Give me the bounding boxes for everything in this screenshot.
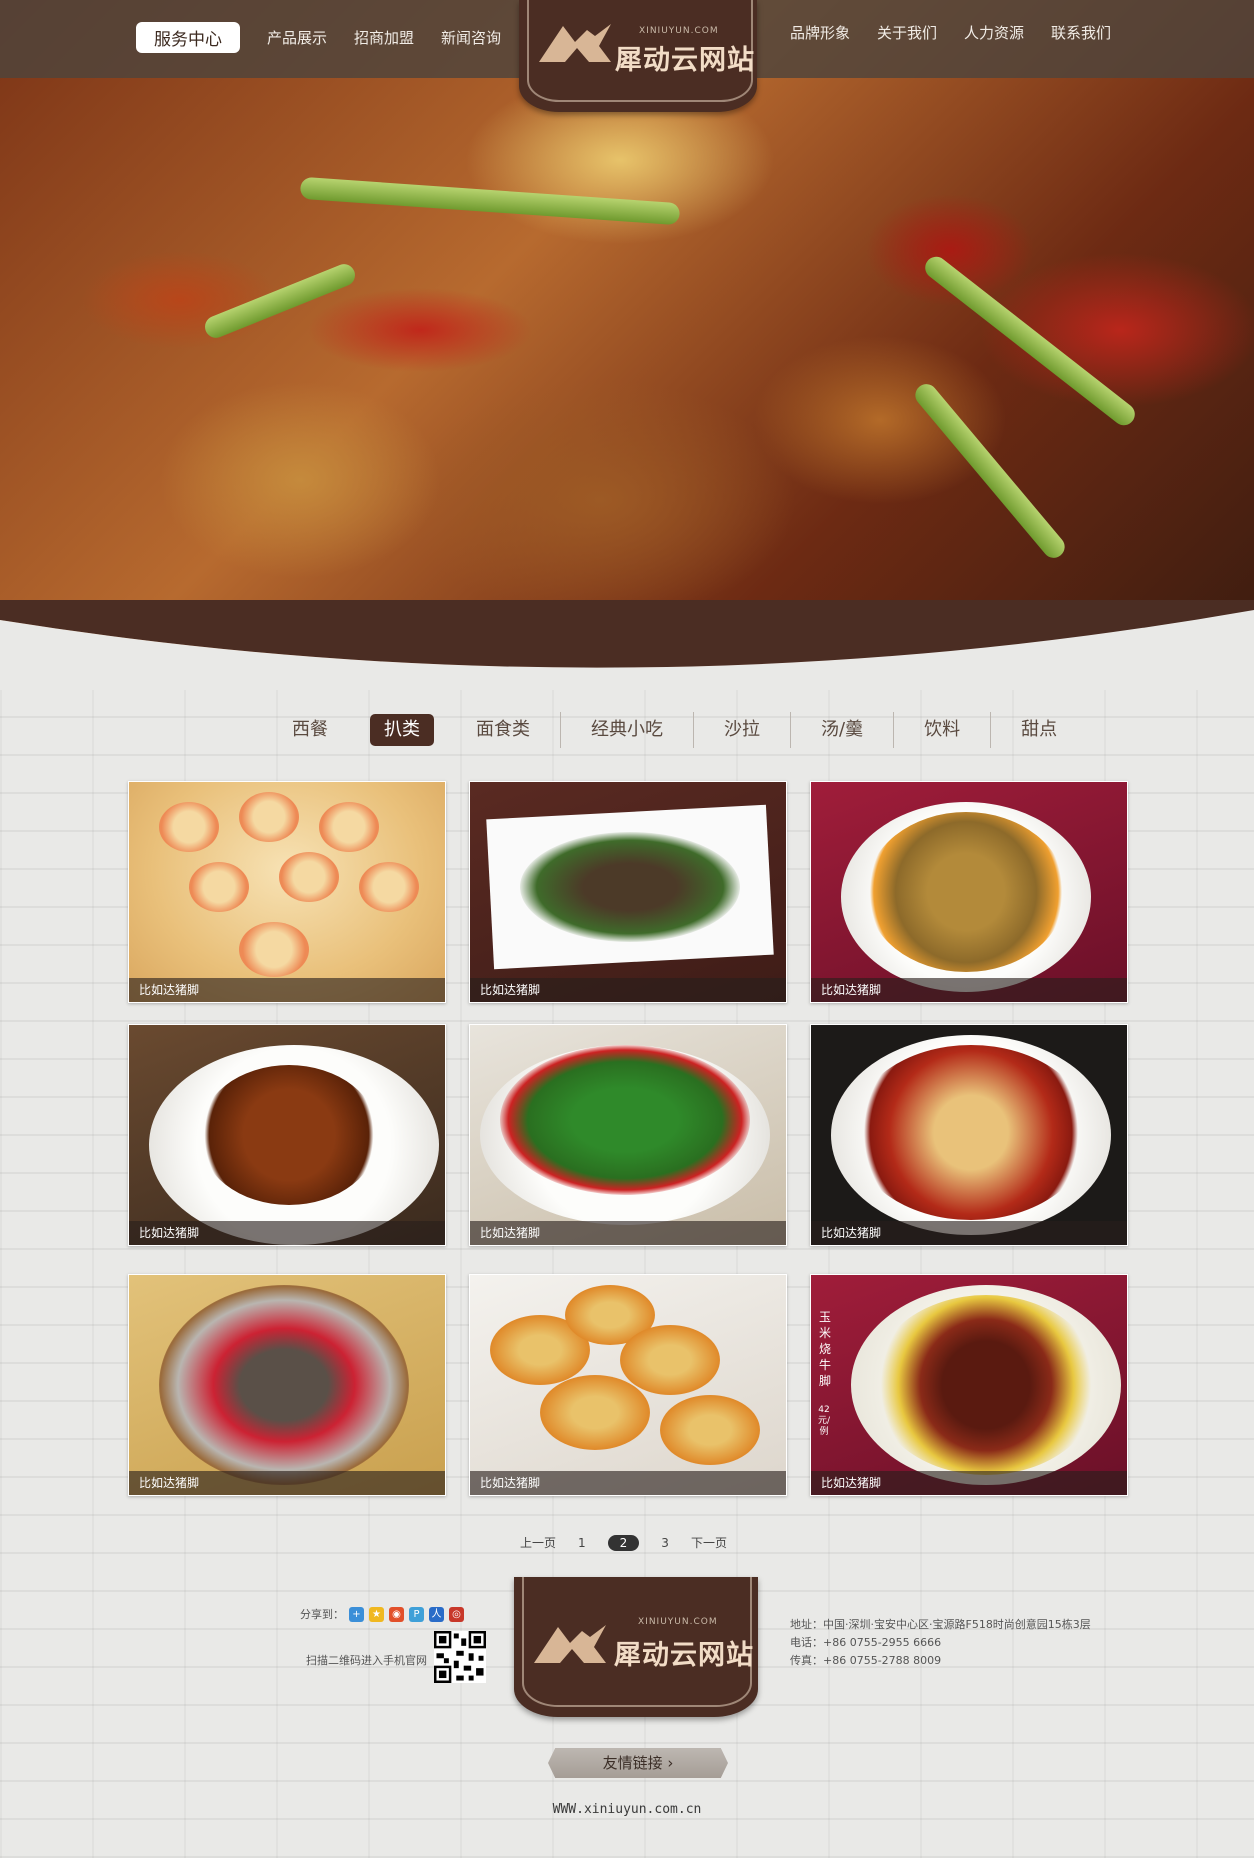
nav-item-news[interactable]: 新闻咨询 (441, 27, 501, 48)
share-plus-icon[interactable]: + (349, 1606, 364, 1622)
hero-scallion (299, 176, 681, 226)
nav-item-franchise[interactable]: 招商加盟 (354, 27, 414, 48)
nav-item-brand[interactable]: 品牌形象 (790, 22, 850, 43)
share-bar: 分享到： + ★ ◉ P 人 ◎ (300, 1606, 464, 1622)
page-link-3[interactable]: 3 (661, 1536, 669, 1550)
product-caption: 比如达猪脚 (470, 978, 786, 1002)
share-weibo-icon[interactable]: ◉ (389, 1606, 404, 1622)
nav-item-products[interactable]: 产品展示 (267, 27, 327, 48)
tab-snacks[interactable]: 经典小吃 (560, 712, 693, 748)
rhino-logo-icon (534, 1625, 606, 1663)
product-card[interactable]: 比如达猪脚 (810, 1024, 1128, 1246)
hero-scallion (910, 379, 1070, 563)
contact-fax: 传真：+86 0755-2788 8009 (790, 1654, 942, 1667)
qr-code-image (434, 1631, 486, 1683)
product-card[interactable]: 比如达猪脚 (469, 781, 787, 1003)
page-link-1[interactable]: 1 (578, 1536, 586, 1550)
product-card[interactable]: 比如达猪脚 (128, 1274, 446, 1496)
hero-bottom-curve (0, 600, 1254, 690)
product-caption: 比如达猪脚 (811, 1221, 1127, 1245)
tab-drinks[interactable]: 饮料 (893, 712, 990, 748)
logo-domain-text: XINIUYUN.COM (638, 1617, 718, 1627)
contact-phone: 电话：+86 0755-2955 6666 (790, 1636, 942, 1649)
dish-price-label: 42元/例 (817, 1405, 831, 1437)
product-card[interactable]: 玉米烧牛脚 42元/例 比如达猪脚 (810, 1274, 1128, 1496)
product-card[interactable]: 比如达猪脚 (469, 1274, 787, 1496)
share-label: 分享到： (300, 1608, 344, 1621)
share-renren-icon[interactable]: 人 (429, 1606, 444, 1622)
tab-soup[interactable]: 汤/羹 (790, 712, 893, 748)
contact-info: 地址：中国·深圳·宝安中心区·宝源路F518时尚创意园15栋3层 电话：+86 … (790, 1616, 1091, 1670)
nav-item-about[interactable]: 关于我们 (877, 22, 937, 43)
product-card[interactable]: 比如达猪脚 (469, 1024, 787, 1246)
hero-scallion (201, 260, 359, 342)
header-logo[interactable]: XINIUYUN.COM 犀动云网站 (519, 0, 757, 112)
share-tencent-icon[interactable]: P (409, 1606, 424, 1622)
contact-address: 地址：中国·深圳·宝安中心区·宝源路F518时尚创意园15栋3层 (790, 1618, 1091, 1631)
tab-noodles[interactable]: 面食类 (446, 712, 560, 748)
product-grid: 比如达猪脚 比如达猪脚 比如达猪脚 比如达猪脚 比如达猪脚 比如达猪脚 比如达猪… (128, 781, 1128, 1496)
logo-domain-text: XINIUYUN.COM (639, 26, 719, 36)
product-card[interactable]: 比如达猪脚 (810, 781, 1128, 1003)
share-kaixin-icon[interactable]: ◎ (449, 1606, 464, 1622)
next-page-link[interactable]: 下一页 (691, 1534, 727, 1551)
nav-left-group: 服务中心 产品展示 招商加盟 新闻咨询 (136, 22, 528, 53)
tab-western[interactable]: 西餐 (280, 712, 358, 748)
hero-scallion (920, 252, 1140, 430)
nav-right-group: 品牌形象 关于我们 人力资源 联系我们 (790, 22, 1138, 43)
product-card[interactable]: 比如达猪脚 (128, 1024, 446, 1246)
rhino-logo-icon (539, 24, 611, 62)
website-url: WWW.xiniuyun.com.cn (552, 1802, 702, 1817)
logo-brand-text: 犀动云网站 (614, 1640, 754, 1671)
qr-code-label: 扫描二维码进入手机官网 (306, 1654, 427, 1667)
share-qzone-icon[interactable]: ★ (369, 1606, 384, 1622)
product-card[interactable]: 比如达猪脚 (128, 781, 446, 1003)
tab-desserts[interactable]: 甜点 (990, 712, 1087, 748)
friend-links-button[interactable]: 友情链接 › (548, 1748, 728, 1778)
product-caption: 比如达猪脚 (811, 1471, 1127, 1495)
nav-item-hr[interactable]: 人力资源 (964, 22, 1024, 43)
product-caption: 比如达猪脚 (129, 1221, 445, 1245)
product-caption: 比如达猪脚 (811, 978, 1127, 1002)
page-link-current[interactable]: 2 (607, 1534, 640, 1551)
tab-salad[interactable]: 沙拉 (693, 712, 790, 748)
product-caption: 比如达猪脚 (470, 1221, 786, 1245)
logo-brand-text: 犀动云网站 (615, 45, 755, 76)
nav-item-service-center[interactable]: 服务中心 (136, 22, 240, 53)
product-caption: 比如达猪脚 (129, 978, 445, 1002)
product-caption: 比如达猪脚 (470, 1471, 786, 1495)
category-tabs: 西餐 扒类 面食类 经典小吃 沙拉 汤/羹 饮料 甜点 (280, 712, 1087, 748)
tab-steak[interactable]: 扒类 (370, 714, 434, 746)
dish-vertical-label: 玉米烧牛脚 (818, 1310, 831, 1388)
footer-logo[interactable]: XINIUYUN.COM 犀动云网站 (514, 1577, 758, 1717)
pagination: 上一页 1 2 3 下一页 (520, 1534, 749, 1551)
product-caption: 比如达猪脚 (129, 1471, 445, 1495)
prev-page-link[interactable]: 上一页 (520, 1534, 556, 1551)
nav-item-contact[interactable]: 联系我们 (1051, 22, 1111, 43)
